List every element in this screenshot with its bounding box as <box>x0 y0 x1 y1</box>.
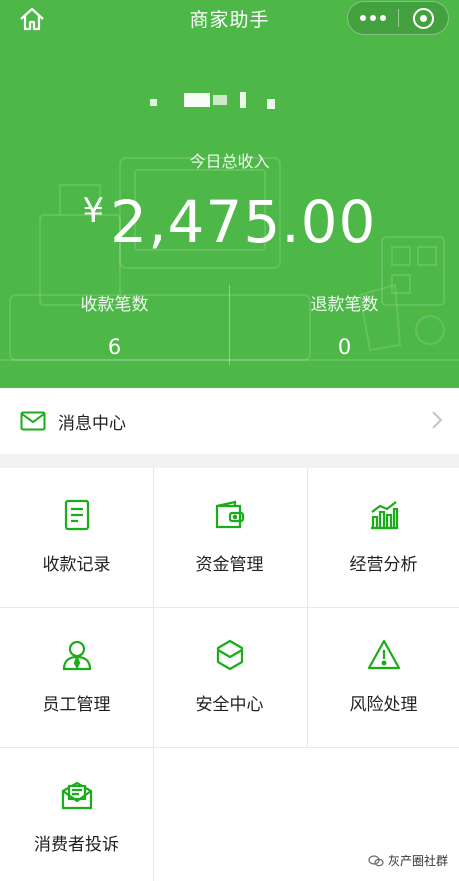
grid-item-label: 收款记录 <box>42 555 111 575</box>
refund-count-label: 退款笔数 <box>310 295 379 315</box>
income-label: 今日总收入 <box>189 152 270 171</box>
complaint-mail-icon <box>61 781 92 810</box>
grid-item-consumer-complaints[interactable]: 消费者投诉 <box>0 748 153 881</box>
grid-item-label: 经营分析 <box>349 555 418 575</box>
grid-item-label: 安全中心 <box>195 695 264 715</box>
grid-item-fund-management[interactable]: 资金管理 <box>153 468 306 607</box>
grid-item-label: 消费者投诉 <box>34 835 119 855</box>
more-dots-icon <box>360 15 366 21</box>
refund-count-value: 0 <box>337 335 352 359</box>
grid-item-security-center[interactable]: 安全中心 <box>153 608 306 747</box>
payment-count-stat[interactable]: 收款笔数 6 <box>0 290 229 359</box>
shield-icon <box>216 639 243 671</box>
income-header: 商家助手 今日总收入 ¥2,475.00 收款笔数 6 退款笔数 0 <box>0 0 459 388</box>
receipt-icon <box>64 499 89 531</box>
income-value: 2,475.00 <box>110 188 377 256</box>
watermark: 灰产圈社群 <box>368 852 448 869</box>
section-gap <box>0 454 459 468</box>
payment-count-value: 6 <box>107 335 122 359</box>
grid-item-risk-handling[interactable]: 风险处理 <box>307 608 459 747</box>
income-amount: ¥2,475.00 <box>0 188 459 256</box>
grid-item-label: 员工管理 <box>42 695 111 715</box>
function-grid: 收款记录 资金管理 经营分析 员工管理 安全中心 风险处理 消费者投诉 <box>0 468 459 881</box>
grid-item-label: 资金管理 <box>195 555 264 575</box>
grid-item-label: 风险处理 <box>349 695 418 715</box>
envelope-icon <box>20 411 46 431</box>
refund-count-stat[interactable]: 退款笔数 0 <box>230 290 459 359</box>
wechat-icon <box>368 854 384 866</box>
grid-item-staff-management[interactable]: 员工管理 <box>0 608 153 747</box>
close-button[interactable] <box>399 2 448 34</box>
message-center-label: 消息中心 <box>58 413 126 434</box>
currency-symbol: ¥ <box>82 191 105 231</box>
mini-program-capsule <box>347 1 449 35</box>
grid-item-payment-records[interactable]: 收款记录 <box>0 468 153 607</box>
bar-chart-icon <box>370 501 398 530</box>
message-center-row[interactable]: 消息中心 <box>0 388 459 454</box>
wallet-icon <box>215 500 244 529</box>
warning-icon <box>367 639 400 670</box>
staff-icon <box>62 640 91 671</box>
watermark-text: 灰产圈社群 <box>388 854 449 868</box>
chevron-right-icon <box>432 411 443 429</box>
more-button[interactable] <box>348 2 398 34</box>
close-target-icon <box>412 7 434 29</box>
store-name-redacted <box>150 89 300 111</box>
payment-count-label: 收款笔数 <box>80 295 149 315</box>
grid-item-business-analysis[interactable]: 经营分析 <box>307 468 459 607</box>
